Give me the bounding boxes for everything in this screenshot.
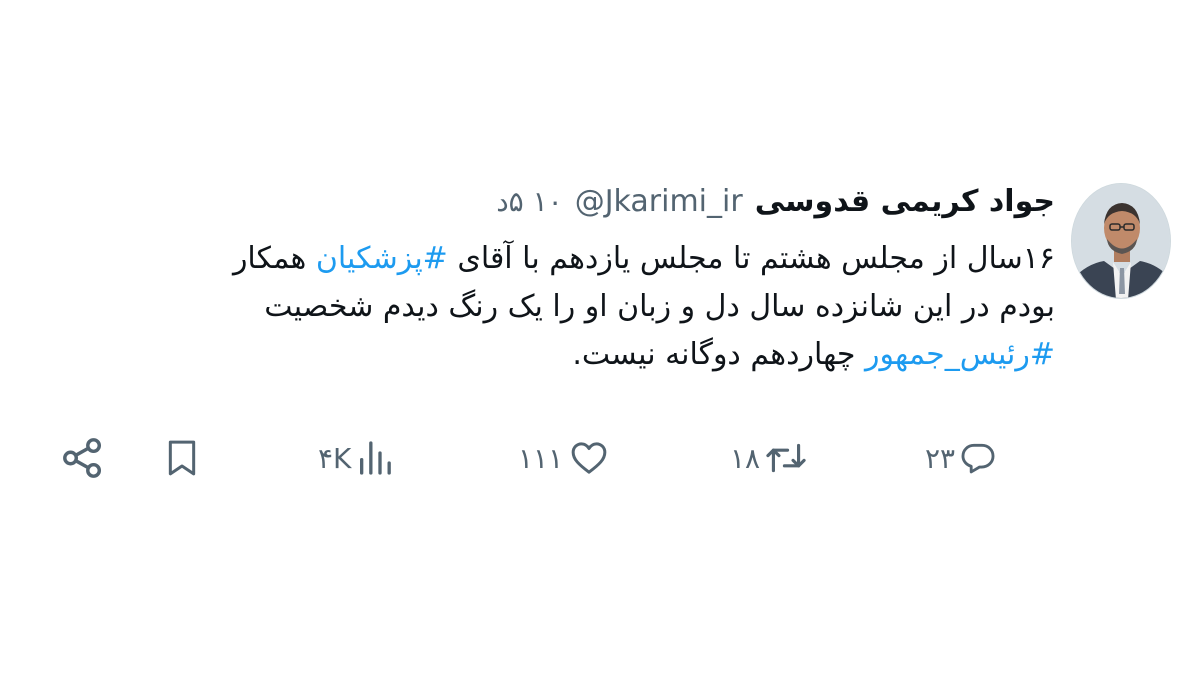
retweet-count: ۱۸ [730, 441, 761, 475]
hashtag-link[interactable]: #رئیس_جمهور [865, 337, 1055, 372]
like-button[interactable]: ۱۱۱ [518, 428, 611, 488]
tweet-text-line: ۱۶سال از مجلس هشتم تا مجلس یازدهم با آقا… [55, 235, 1055, 283]
tweet-text-line: #رئیس_جمهور چهاردهم دوگانه نیست. [55, 331, 1055, 379]
tweet-card: جواد کریمی قدوسی @Jkarimi_ir ۱۰ ۵د ۱۶سال… [0, 0, 1200, 674]
display-name[interactable]: جواد کریمی قدوسی [755, 184, 1055, 219]
text-segment: ۱۶سال از مجلس هشتم تا مجلس یازدهم با آقا… [447, 241, 1055, 276]
bookmark-icon [168, 440, 196, 476]
text-segment: چهاردهم دوگانه نیست. [572, 337, 866, 372]
retweet-button[interactable]: ۱۸ [730, 428, 808, 488]
views-button[interactable]: ۴K [318, 428, 395, 488]
bookmark-button[interactable] [162, 428, 202, 488]
views-count: ۴K [318, 441, 352, 475]
reply-count: ۲۳ [925, 441, 956, 475]
tweet-text-line: بودم در این شانزده سال دل و زبان او را ی… [55, 283, 1055, 331]
share-button[interactable] [60, 428, 106, 488]
like-icon [571, 442, 607, 474]
tweet-text: ۱۶سال از مجلس هشتم تا مجلس یازدهم با آقا… [55, 235, 1055, 379]
tweet-header: جواد کریمی قدوسی @Jkarimi_ir ۱۰ ۵د [496, 178, 1055, 224]
avatar[interactable] [1071, 183, 1171, 299]
text-segment: بودم در این شانزده سال دل و زبان او را ی… [264, 289, 1055, 324]
hashtag-link[interactable]: #پزشکیان [316, 241, 448, 276]
reply-button[interactable]: ۲۳ [925, 428, 997, 488]
tweet-actions: ۲۳ ۱۸ ۱۱۱ ۴K [0, 428, 1200, 488]
timestamp[interactable]: ۱۰ ۵د [496, 185, 563, 218]
profile-photo [1072, 184, 1170, 298]
share-icon [63, 438, 102, 478]
views-icon [360, 441, 392, 475]
text-segment: همکار [232, 241, 316, 276]
reply-icon [961, 443, 995, 474]
user-handle[interactable]: @Jkarimi_ir [575, 184, 743, 219]
like-count: ۱۱۱ [518, 441, 564, 475]
retweet-icon [766, 443, 806, 473]
